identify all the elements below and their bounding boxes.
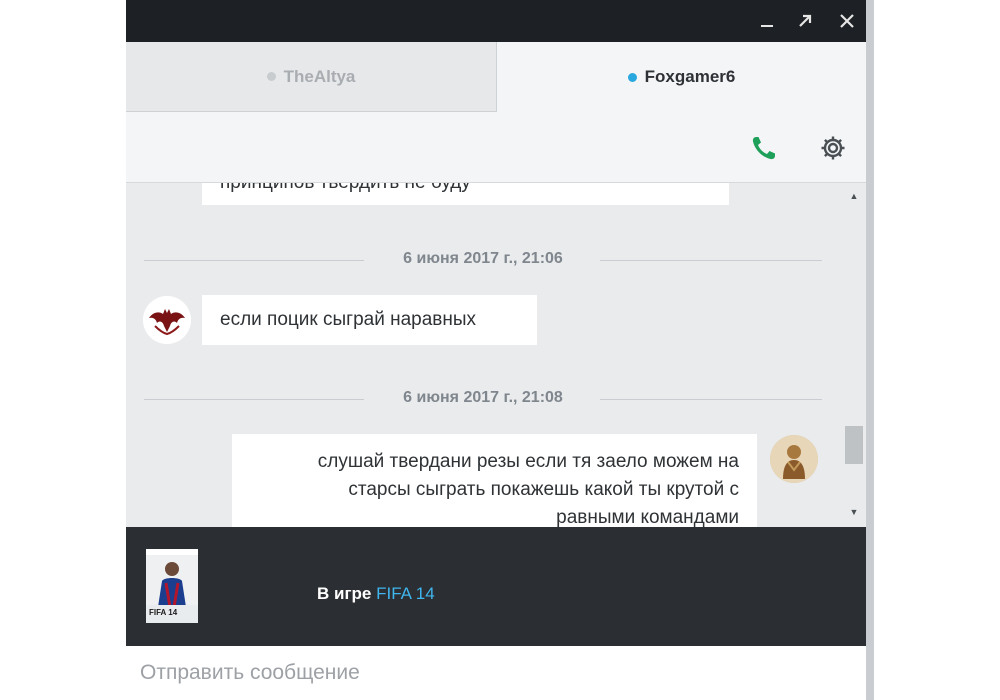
chat-window: TheAltya Foxgamer6 принципов твердить не… <box>126 0 866 700</box>
tab-thealtya[interactable]: TheAltya <box>126 42 497 112</box>
tab-label: TheAltya <box>283 66 356 86</box>
date-divider-label: 6 июня 2017 г., 21:08 <box>403 389 563 406</box>
message-scrollbar[interactable]: ▲ ▼ <box>842 183 866 527</box>
title-bar <box>126 0 866 42</box>
maximize-button[interactable] <box>792 8 818 34</box>
message-text-line: слушай твердани резы если тя заело можем… <box>317 451 739 472</box>
message-list: принципов твердить не буду 6 июня 2017 г… <box>126 183 866 527</box>
game-cover[interactable]: FIFA 14 <box>146 549 198 623</box>
message-text-line: равными командами <box>556 507 739 527</box>
minimize-button[interactable] <box>754 8 780 34</box>
minimize-icon <box>761 25 773 27</box>
scroll-thumb[interactable] <box>845 426 863 464</box>
bat-avatar-icon <box>143 296 191 344</box>
message-composer <box>126 646 866 700</box>
now-playing-bar: FIFA 14 В игре FIFA 14 <box>126 527 866 646</box>
phone-icon[interactable] <box>749 133 779 163</box>
date-divider: 6 июня 2017 г., 21:06 <box>144 250 822 272</box>
character-avatar-icon <box>770 435 818 483</box>
gear-icon[interactable] <box>818 133 848 163</box>
date-divider: 6 июня 2017 г., 21:08 <box>144 389 822 411</box>
own-avatar[interactable] <box>770 435 818 483</box>
avatar[interactable] <box>143 296 191 344</box>
message-bubble: если поцик сыграй наравных <box>202 295 537 345</box>
message-input[interactable] <box>126 646 866 700</box>
offline-status-dot <box>266 72 276 81</box>
message-bubble-partial: принципов твердить не буду <box>202 183 729 205</box>
maximize-icon <box>799 14 812 27</box>
close-button[interactable] <box>834 8 860 34</box>
game-name-link[interactable]: FIFA 14 <box>376 584 435 603</box>
date-divider-label: 6 июня 2017 г., 21:06 <box>403 250 563 267</box>
online-status-dot <box>627 72 637 82</box>
background-window-edge <box>866 0 874 700</box>
message-text: принципов твердить не буду <box>220 183 471 193</box>
message-bubble-own: слушай твердани резы если тя заело можем… <box>232 434 757 527</box>
game-cover-title: FIFA 14 <box>149 608 178 617</box>
conversation-tabs: TheAltya Foxgamer6 <box>126 42 866 112</box>
now-playing-prefix: В игре <box>317 584 372 603</box>
message-text-line: старсы сыграть покажешь какой ты крутой … <box>348 479 739 500</box>
close-icon <box>840 14 854 28</box>
scroll-down-arrow-icon[interactable]: ▼ <box>842 507 866 517</box>
tab-foxgamer6[interactable]: Foxgamer6 <box>497 42 866 112</box>
chat-toolbar <box>126 112 866 183</box>
now-playing-text: В игре FIFA 14 <box>317 584 435 604</box>
tab-label: Foxgamer6 <box>644 67 736 86</box>
scroll-up-arrow-icon[interactable]: ▲ <box>842 191 866 201</box>
message-text: если поцик сыграй наравных <box>220 309 477 330</box>
